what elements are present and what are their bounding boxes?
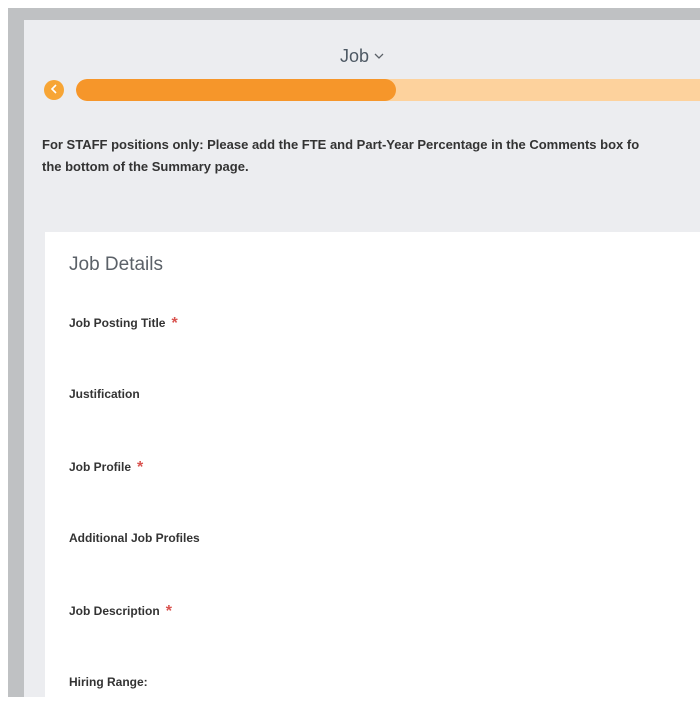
field-label-text: Justification bbox=[69, 387, 140, 401]
card-title: Job Details bbox=[69, 254, 163, 275]
instruction-text: For STAFF positions only: Please add the… bbox=[42, 134, 700, 178]
job-details-card: Job Details Job Posting Title * Justifica… bbox=[45, 232, 700, 697]
field-label-additional-job-profiles: Additional Job Profiles bbox=[69, 531, 200, 545]
field-label-hiring-range: Hiring Range: bbox=[69, 675, 148, 689]
progress-fill bbox=[76, 79, 396, 101]
page-title: Job bbox=[339, 46, 370, 66]
browser-viewport: Job For STAFF positions only: Please add… bbox=[8, 8, 700, 697]
field-label-text: Job Description bbox=[69, 604, 160, 618]
required-asterisk: * bbox=[171, 315, 178, 332]
field-label-job-description: Job Description * bbox=[69, 603, 172, 621]
field-label-text: Hiring Range: bbox=[69, 675, 148, 689]
chevron-down-icon bbox=[374, 43, 384, 64]
progress-bar bbox=[76, 79, 700, 101]
field-label-text: Job Posting Title bbox=[69, 316, 166, 330]
field-label-text: Additional Job Profiles bbox=[69, 531, 200, 545]
required-asterisk: * bbox=[165, 603, 172, 620]
field-label-justification: Justification bbox=[69, 387, 140, 401]
screenshot-frame: Job For STAFF positions only: Please add… bbox=[0, 0, 700, 709]
field-label-job-profile: Job Profile * bbox=[69, 459, 143, 477]
required-asterisk: * bbox=[137, 459, 144, 476]
back-button[interactable] bbox=[44, 80, 64, 100]
instruction-line-1: For STAFF positions only: Please add the… bbox=[42, 137, 640, 152]
app-page: Job For STAFF positions only: Please add… bbox=[24, 20, 700, 697]
instruction-line-2: the bottom of the Summary page. bbox=[42, 159, 249, 174]
header-title-dropdown[interactable]: Job bbox=[24, 43, 700, 67]
field-label-job-posting-title: Job Posting Title * bbox=[69, 315, 178, 333]
chevron-left-icon bbox=[50, 81, 58, 99]
field-label-text: Job Profile bbox=[69, 460, 132, 474]
